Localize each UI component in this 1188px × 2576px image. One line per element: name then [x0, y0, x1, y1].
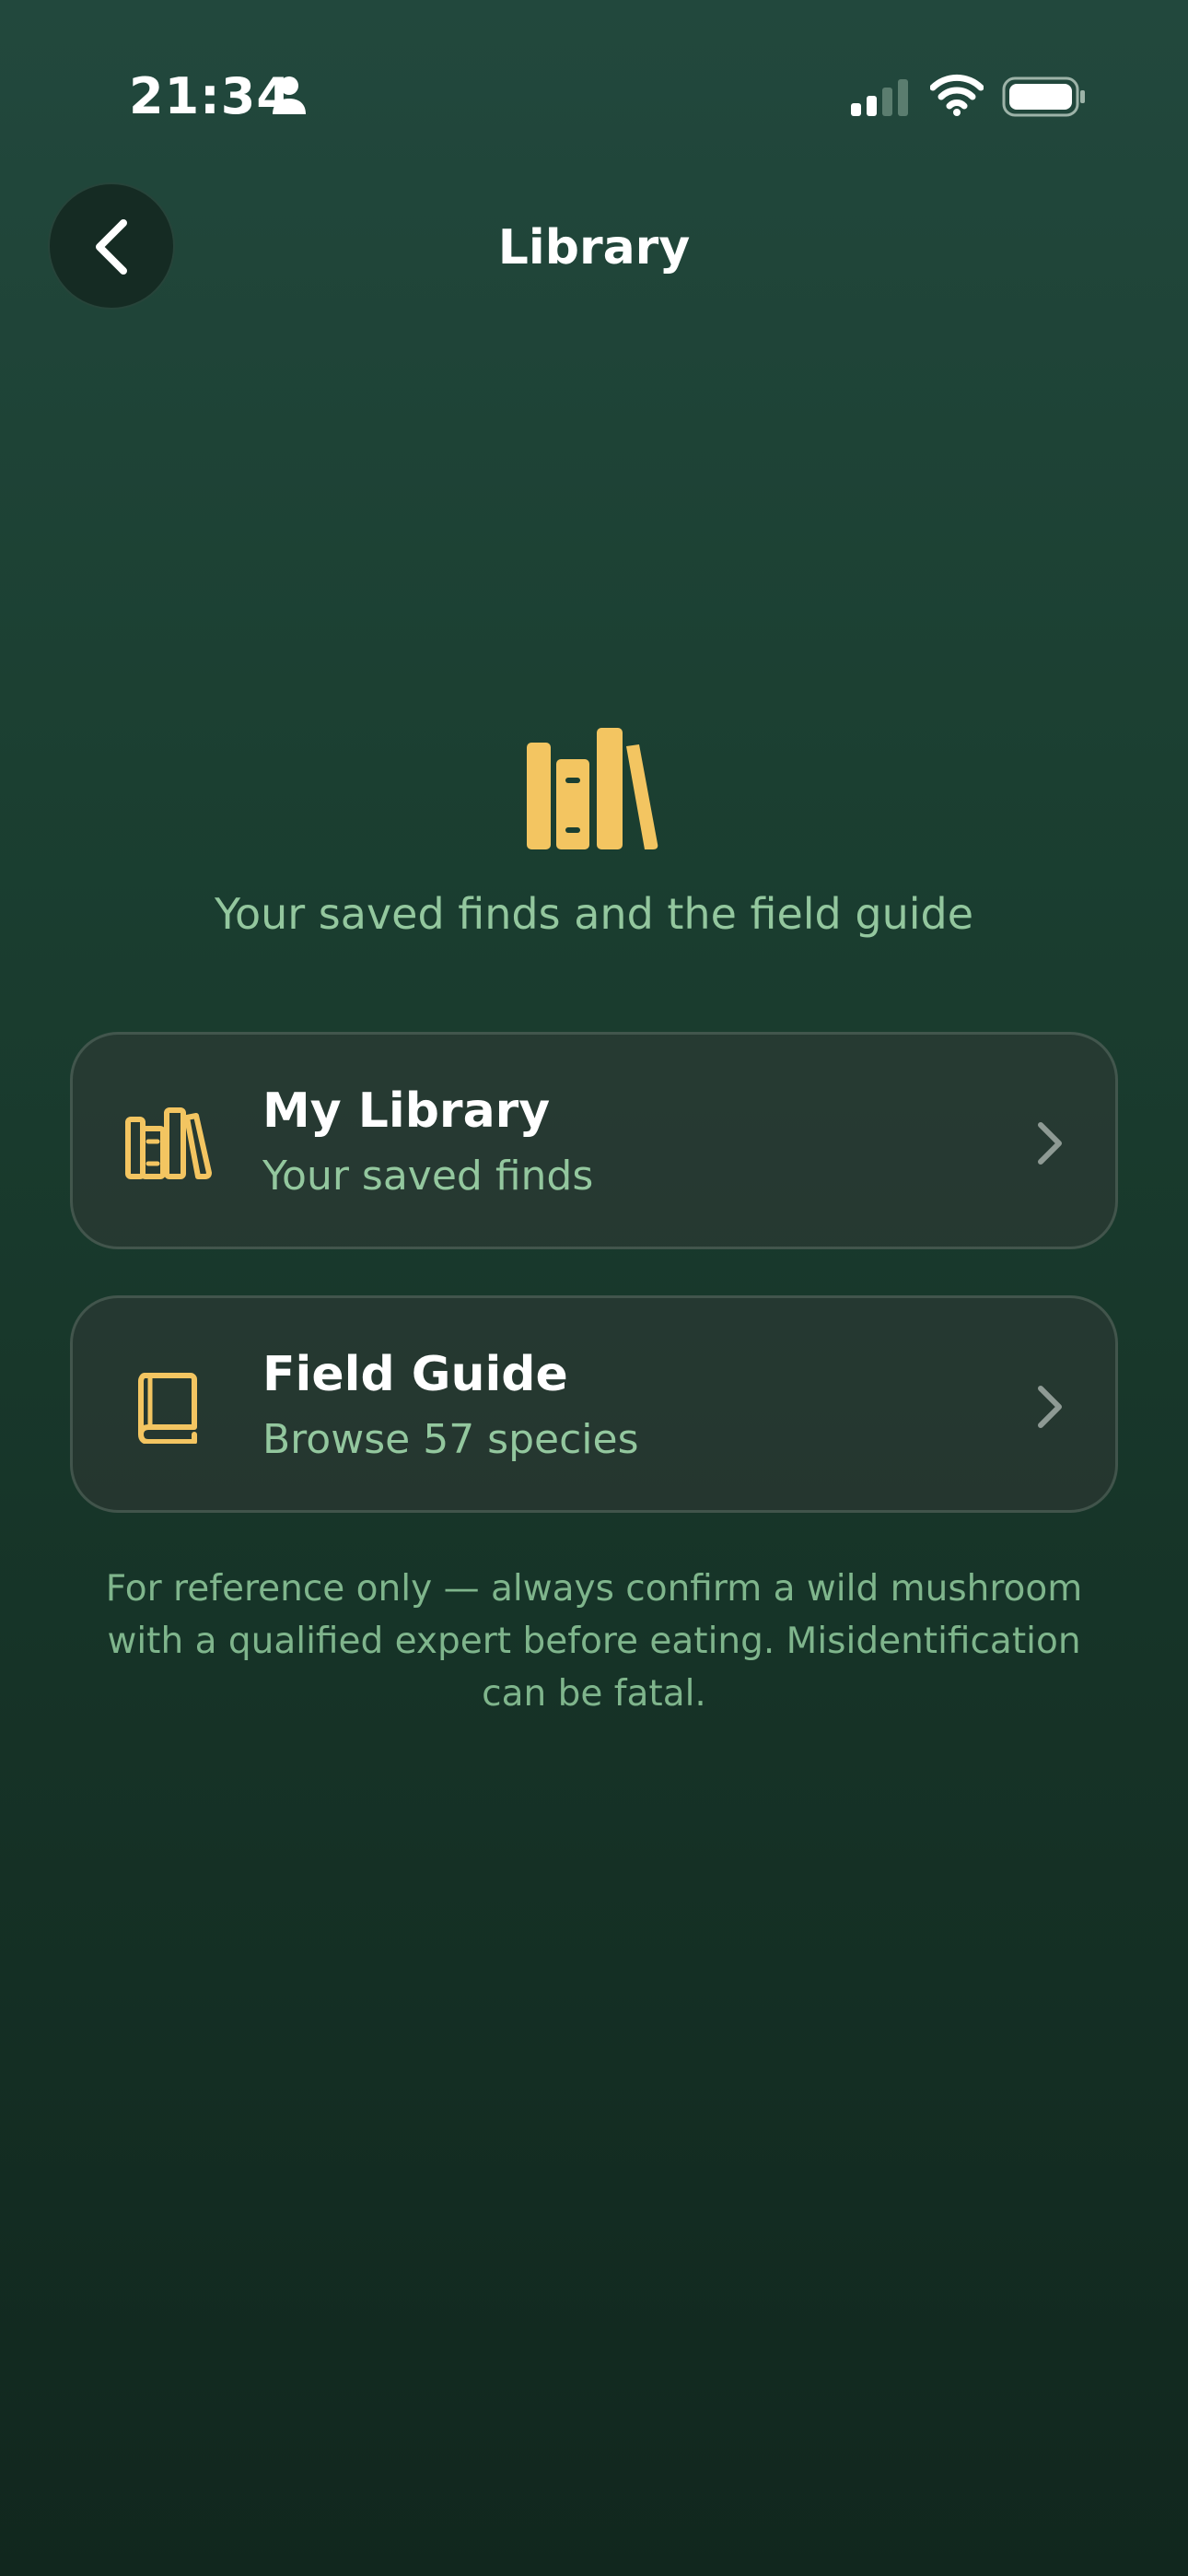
card-title: My Library: [262, 1083, 551, 1139]
signal-icon: [851, 79, 908, 116]
page-title: Library: [497, 220, 691, 275]
chevron-right-icon: [1038, 1122, 1062, 1165]
wifi-icon: [930, 74, 984, 116]
book-icon: [138, 1373, 197, 1444]
person-icon: [273, 76, 306, 114]
status-time: 21:34: [129, 67, 292, 125]
chevron-right-icon: [1038, 1386, 1062, 1428]
battery-icon: [1002, 76, 1085, 117]
field-guide-card[interactable]: Field Guide Browse 57 species: [70, 1295, 1118, 1513]
books-icon: [527, 728, 658, 849]
hero-subtitle: Your saved finds and the field guide: [214, 889, 974, 939]
card-title: Field Guide: [262, 1347, 568, 1402]
books-icon: [125, 1107, 212, 1179]
status-bar: 21:34: [0, 0, 1188, 193]
my-library-card[interactable]: My Library Your saved finds: [70, 1032, 1118, 1249]
card-subtitle: Browse 57 species: [262, 1416, 639, 1463]
disclaimer-text: For reference only — always confirm a wi…: [105, 1568, 1083, 1715]
card-subtitle: Your saved finds: [262, 1153, 594, 1200]
